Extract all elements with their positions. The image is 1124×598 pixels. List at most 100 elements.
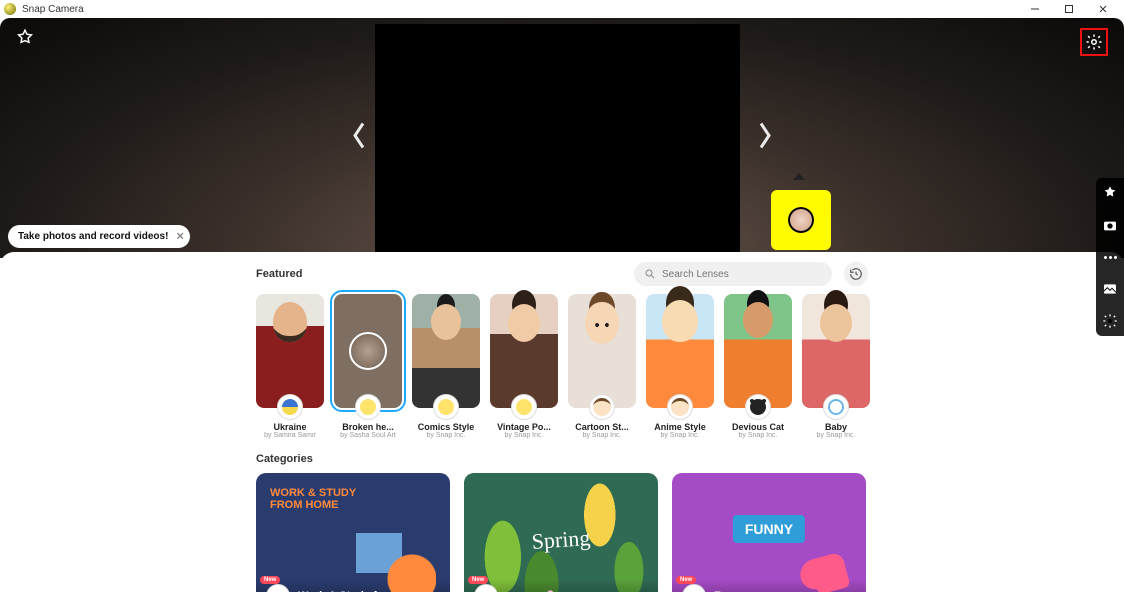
titlebar: Snap Camera [0, 0, 1124, 18]
capture-tooltip-text: Take photos and record videos! [18, 231, 168, 242]
snapcode-caret-icon [792, 168, 806, 186]
lens-name: Comics Style [412, 422, 480, 432]
search-input[interactable] [662, 269, 822, 280]
category-name: Work & Study from Home [298, 590, 431, 592]
tooltip-close-icon[interactable]: ✕ [176, 231, 184, 242]
category-new-badge: New [260, 576, 280, 584]
lens-name: Baby [802, 422, 870, 432]
lens-thumbnail [412, 294, 480, 408]
lens-card[interactable]: Comics Style by Snap Inc. [412, 294, 480, 439]
more-icon[interactable] [1101, 248, 1119, 266]
category-card[interactable]: New 31 Work & Study from Home [256, 473, 450, 592]
category-count: 31 [474, 584, 498, 592]
category-name: Spring 🌸 [506, 590, 558, 593]
lens-badge-icon [511, 394, 537, 420]
lens-author: by Samira Samir [256, 432, 324, 439]
maximize-button[interactable] [1052, 0, 1086, 18]
camera-area: Take photos and record videos! ✕ [0, 18, 1124, 258]
lens-card[interactable]: Cartoon St... by Snap Inc. [568, 294, 636, 439]
lens-badge-icon [433, 394, 459, 420]
lens-card[interactable]: Ukraine by Samira Samir [256, 294, 324, 439]
lens-browser: Featured Ukraine by Samira Samir Broken … [0, 252, 1124, 592]
category-card[interactable]: New 31 Spring 🌸 [464, 473, 658, 592]
lens-badge-icon [823, 394, 849, 420]
lens-author: by Snap Inc. [412, 432, 480, 439]
category-overlay: New 31 Work & Study from Home [256, 579, 450, 592]
lens-badge-icon [745, 394, 771, 420]
lens-label: Anime Style by Snap Inc. [646, 422, 714, 439]
favorite-star-button[interactable] [16, 28, 34, 51]
lens-author: by Snap Inc. [646, 432, 714, 439]
history-button[interactable] [844, 262, 868, 286]
next-lens-button[interactable] [756, 121, 774, 156]
category-count: 32 [682, 584, 706, 592]
search-box[interactable] [634, 262, 832, 286]
lens-label: Devious Cat by Snap Inc. [724, 422, 792, 439]
lens-thumbnail [724, 294, 792, 408]
lens-label: Baby by Snap Inc. [802, 422, 870, 439]
lens-author: by Snap Inc. [490, 432, 558, 439]
lens-thumbnail [646, 294, 714, 408]
lens-name: Devious Cat [724, 422, 792, 432]
lens-name: Anime Style [646, 422, 714, 432]
lens-badge-icon [277, 394, 303, 420]
category-badge: New 32 [682, 584, 706, 592]
lens-name: Ukraine [256, 422, 324, 432]
lens-thumbnail [256, 294, 324, 408]
lens-author: by Snap Inc. [568, 432, 636, 439]
lens-label: Cartoon St... by Snap Inc. [568, 422, 636, 439]
lens-card[interactable]: Anime Style by Snap Inc. [646, 294, 714, 439]
camera-viewport [375, 24, 740, 256]
featured-row: Ukraine by Samira Samir Broken he... by … [256, 294, 868, 439]
lens-author: by Sasha Soul Art [334, 432, 402, 439]
pin-icon[interactable] [1101, 184, 1119, 202]
app-icon [4, 3, 16, 15]
camera-icon[interactable] [1101, 216, 1119, 234]
capture-row: Take photos and record videos! ✕ [8, 225, 190, 248]
window-title: Snap Camera [22, 4, 1018, 15]
capture-button[interactable] [14, 254, 36, 258]
snapcode[interactable] [771, 190, 831, 250]
category-overlay: New 32 Funny [672, 579, 866, 592]
category-badge: New 31 [266, 584, 290, 592]
lens-card[interactable]: Devious Cat by Snap Inc. [724, 294, 792, 439]
lens-thumbnail [334, 294, 402, 408]
lens-label: Broken he... by Sasha Soul Art [334, 422, 402, 439]
lens-label: Ukraine by Samira Samir [256, 422, 324, 439]
lens-badge-icon [589, 394, 615, 420]
gallery-icon[interactable] [1101, 280, 1119, 298]
categories-row: New 31 Work & Study from Home New 31 Spr… [256, 473, 868, 592]
lens-name: Broken he... [334, 422, 402, 432]
close-button[interactable] [1086, 0, 1120, 18]
category-new-badge: New [468, 576, 488, 584]
lens-card[interactable]: Vintage Po... by Snap Inc. [490, 294, 558, 439]
minimize-button[interactable] [1018, 0, 1052, 18]
lens-name: Vintage Po... [490, 422, 558, 432]
side-toolbar [1096, 178, 1124, 336]
lens-name: Cartoon St... [568, 422, 636, 432]
category-new-badge: New [676, 576, 696, 584]
categories-title: Categories [256, 453, 868, 465]
lens-label: Comics Style by Snap Inc. [412, 422, 480, 439]
capture-tooltip: Take photos and record videos! ✕ [8, 225, 190, 248]
category-name: Funny [714, 590, 747, 592]
featured-title: Featured [256, 268, 634, 280]
lens-label: Vintage Po... by Snap Inc. [490, 422, 558, 439]
lens-author: by Snap Inc. [802, 432, 870, 439]
lens-badge-icon [355, 394, 381, 420]
category-overlay: New 31 Spring 🌸 [464, 579, 658, 592]
category-count: 31 [266, 584, 290, 592]
gear-icon[interactable] [1101, 312, 1119, 330]
lens-badge-icon [667, 394, 693, 420]
featured-header: Featured [256, 262, 868, 286]
search-icon [644, 268, 656, 280]
settings-button[interactable] [1080, 28, 1108, 56]
category-badge: New 31 [474, 584, 498, 592]
lens-thumbnail [802, 294, 870, 408]
lens-card[interactable]: Baby by Snap Inc. [802, 294, 870, 439]
prev-lens-button[interactable] [350, 121, 368, 156]
category-card[interactable]: New 32 Funny [672, 473, 866, 592]
lens-thumbnail [568, 294, 636, 408]
lens-card[interactable]: Broken he... by Sasha Soul Art [334, 294, 402, 439]
lens-thumbnail [490, 294, 558, 408]
